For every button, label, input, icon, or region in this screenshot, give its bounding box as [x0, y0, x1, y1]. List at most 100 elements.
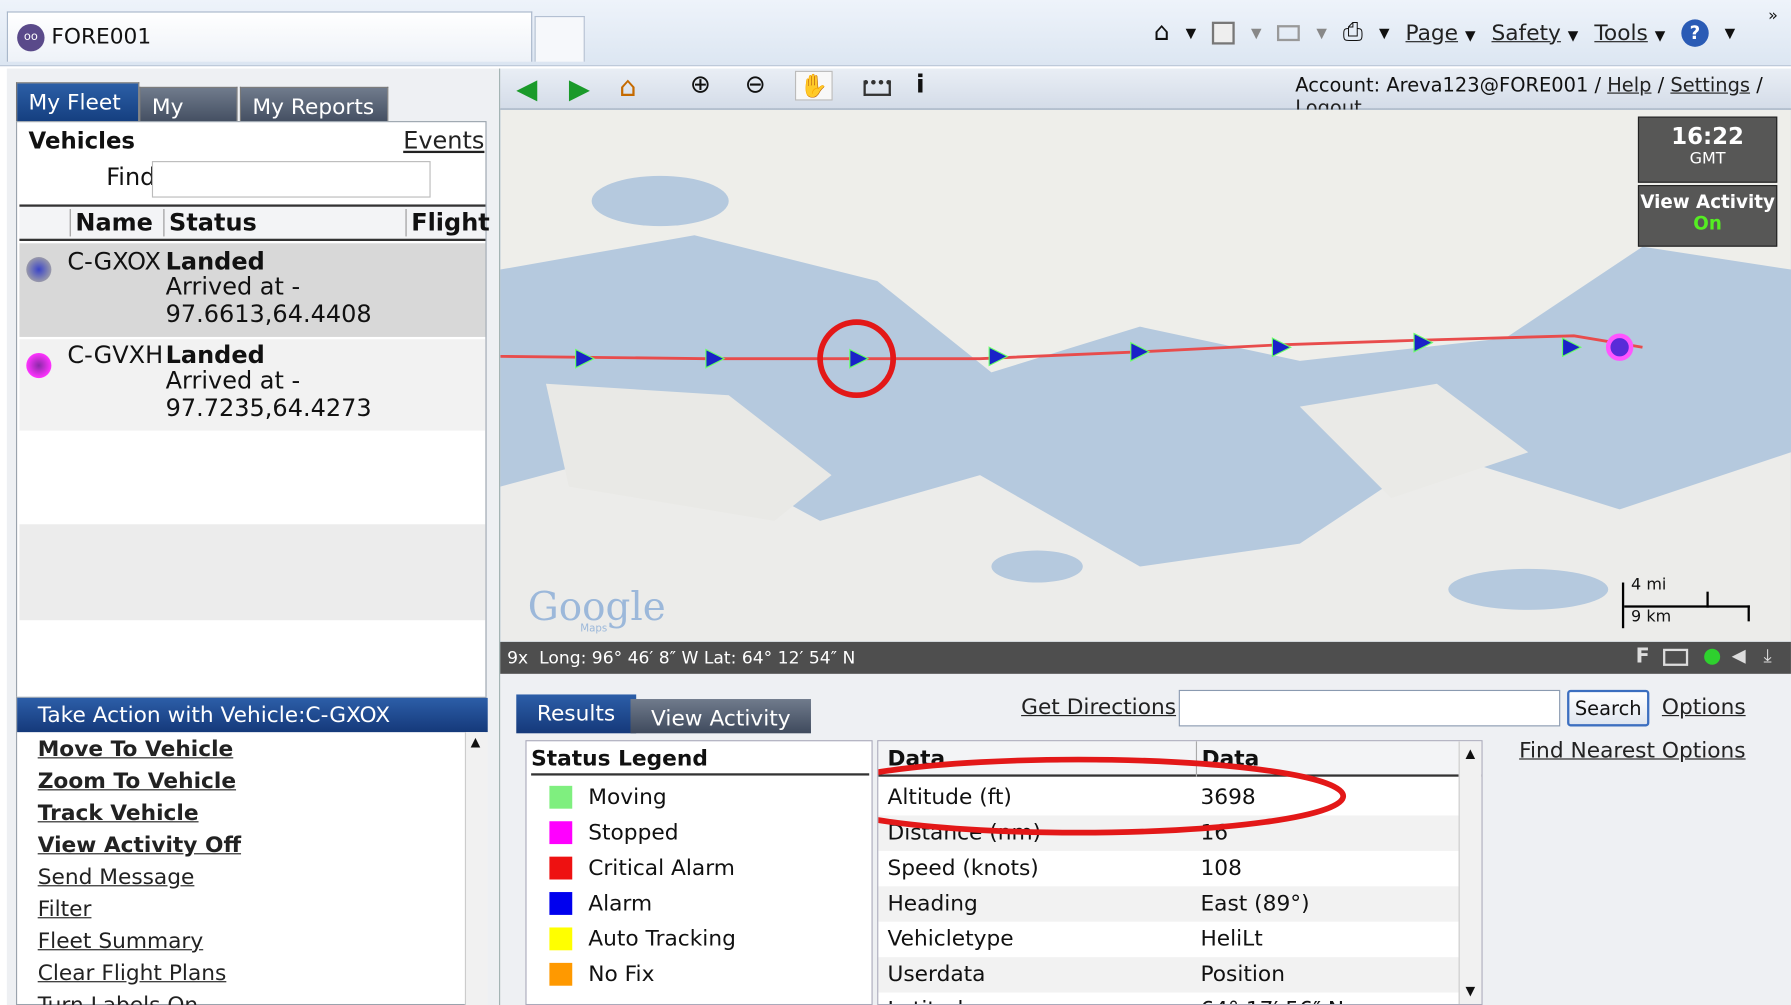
empty-row	[19, 524, 486, 621]
zoom-level: 9x	[507, 647, 529, 669]
menu-safety[interactable]: Safety ▼	[1491, 20, 1578, 45]
print-icon[interactable]: ⎙	[1343, 18, 1363, 47]
vehicle-coords: 97.6613,64.4408	[165, 300, 372, 328]
scale-km: 9 km	[1631, 607, 1672, 626]
legend-swatch	[549, 892, 573, 915]
vehicle-row[interactable]: C-GVXH Landed Arrived at - 97.7235,64.42…	[19, 339, 486, 431]
search-button[interactable]: Search	[1567, 689, 1650, 727]
help-link[interactable]: Help	[1607, 74, 1651, 97]
data-value: Position	[1200, 961, 1285, 987]
scroll-down-icon[interactable]: ▼	[1465, 983, 1475, 998]
chevron-icon[interactable]: »	[1768, 7, 1778, 25]
speaker-icon[interactable]: ◀	[1732, 644, 1746, 666]
legend-label: Stopped	[588, 820, 679, 846]
feed-icon[interactable]	[1212, 21, 1235, 44]
dropdown-icon[interactable]: ▼	[1251, 25, 1262, 41]
data-field: Heading	[887, 890, 978, 917]
legend-item: Moving	[549, 780, 667, 814]
action-clear-flight-plans[interactable]: Clear Flight Plans	[38, 961, 227, 986]
status-legend: Status Legend Moving Stopped Critical Alar…	[525, 740, 873, 1005]
data-row: Speed (knots) 108	[878, 850, 1482, 887]
action-zoom-to-vehicle[interactable]: Zoom To Vehicle	[38, 769, 236, 794]
legend-swatch	[549, 927, 573, 951]
scroll-up-icon[interactable]: ▲	[1465, 746, 1475, 761]
directions-input[interactable]	[1178, 689, 1561, 727]
legend-label: Alarm	[588, 890, 653, 917]
back-arrow-icon[interactable]: ◀	[516, 73, 537, 105]
tab-view-activity[interactable]: View Activity	[630, 699, 812, 734]
dropdown-icon[interactable]: ▼	[1725, 25, 1736, 41]
mail-icon[interactable]	[1277, 24, 1301, 41]
find-input[interactable]	[151, 161, 431, 198]
action-scrollbar[interactable]: ▲	[464, 732, 488, 1005]
cursor-coordinates: Long: 96° 46′ 8″ W Lat: 64° 12′ 54″ N	[539, 647, 856, 669]
tab-my-fleet[interactable]: My Fleet	[15, 82, 140, 122]
scale-miles: 4 mi	[1631, 575, 1667, 594]
action-view-activity-off[interactable]: View Activity Off	[38, 833, 241, 858]
action-fleet-summary[interactable]: Fleet Summary	[38, 929, 204, 954]
column-flight[interactable]: Flight	[405, 209, 490, 237]
vehicle-status: Landed	[165, 247, 265, 276]
download-icon[interactable]: ⤓	[1764, 644, 1772, 667]
data-field: Speed (knots)	[887, 855, 1039, 881]
data-row: Userdata Position	[878, 957, 1482, 993]
home-icon[interactable]: ⌂	[1154, 18, 1170, 47]
tab-my-reports[interactable]: My Reports	[239, 86, 389, 126]
action-track-vehicle[interactable]: Track Vehicle	[38, 801, 199, 826]
column-name[interactable]: Name	[69, 209, 153, 237]
legend-swatch	[549, 856, 573, 880]
settings-link[interactable]: Settings	[1670, 74, 1750, 97]
legend-swatch	[549, 785, 573, 809]
time-display: 16:22 GMT	[1637, 116, 1778, 183]
view-activity-label: View Activity	[1640, 190, 1775, 213]
data-value: HeliLt	[1200, 926, 1263, 952]
events-link[interactable]: Events	[403, 127, 484, 154]
legend-item: No Fix	[549, 957, 655, 991]
action-move-to-vehicle[interactable]: Move To Vehicle	[38, 737, 234, 762]
dropdown-icon[interactable]: ▼	[1379, 25, 1390, 41]
data-scrollbar[interactable]: ▲ ▼	[1458, 741, 1482, 1004]
dropdown-icon[interactable]: ▼	[1316, 25, 1327, 41]
action-send-message[interactable]: Send Message	[38, 865, 195, 890]
dropdown-icon[interactable]: ▼	[1186, 25, 1197, 41]
legend-label: No Fix	[588, 961, 655, 987]
column-status[interactable]: Status	[163, 209, 257, 237]
home-icon[interactable]: ⌂	[619, 71, 636, 103]
pan-hand-icon[interactable]: ✋	[794, 70, 833, 101]
envelope-icon[interactable]	[1663, 648, 1689, 666]
legend-item: Alarm	[549, 886, 653, 920]
zoom-in-icon[interactable]: ⊕	[690, 71, 711, 100]
time-zone: GMT	[1689, 149, 1726, 168]
tab-my-map[interactable]: My Map	[139, 86, 238, 159]
fleet-panel: My Fleet My Map My Reports Vehicles Even…	[6, 68, 501, 1005]
menu-page[interactable]: Page ▼	[1405, 20, 1475, 45]
help-icon[interactable]: ?	[1681, 18, 1709, 47]
info-loc-icon[interactable]: i	[916, 71, 925, 100]
legend-label: Auto Tracking	[588, 926, 736, 952]
tab-results[interactable]: Results	[516, 694, 636, 734]
new-tab[interactable]	[534, 15, 585, 62]
options-link[interactable]: Options	[1662, 694, 1746, 719]
action-panel-title: Take Action with Vehicle:C-GXOX	[17, 697, 488, 733]
forward-arrow-icon[interactable]: ▶	[569, 73, 590, 105]
scroll-up-icon[interactable]: ▲	[471, 734, 481, 749]
action-turn-labels-on[interactable]: Turn Labels On	[38, 993, 198, 1005]
data-field: Vehicletype	[887, 926, 1014, 952]
action-filter[interactable]: Filter	[38, 897, 92, 922]
find-nearest-options-link[interactable]: Find Nearest Options	[1519, 738, 1745, 763]
browser-tab[interactable]: oo FORE001	[6, 11, 533, 62]
ruler-icon[interactable]	[863, 79, 891, 96]
scale-bar: 4 mi 9 km	[1621, 576, 1750, 629]
time-value: 16:22	[1671, 122, 1744, 150]
f-icon[interactable]: F	[1636, 644, 1650, 668]
map-canvas[interactable]: 16:22 GMT View Activity On Google Maps 4…	[500, 109, 1791, 642]
menu-tools[interactable]: Tools ▼	[1594, 20, 1665, 45]
view-activity-toggle[interactable]: View Activity On	[1637, 185, 1778, 247]
get-directions-link[interactable]: Get Directions	[1021, 694, 1176, 719]
vehicles-heading: Vehicles	[28, 126, 136, 155]
vehicle-row[interactable]: C-GXOX Landed Arrived at - 97.6613,64.44…	[19, 243, 486, 337]
data-row: Latitude 64° 17′ 56″ N	[878, 992, 1482, 1004]
action-panel: Take Action with Vehicle:C-GXOX Move To …	[15, 696, 488, 1005]
tab-title: FORE001	[51, 23, 152, 50]
zoom-out-icon[interactable]: ⊖	[745, 71, 766, 100]
